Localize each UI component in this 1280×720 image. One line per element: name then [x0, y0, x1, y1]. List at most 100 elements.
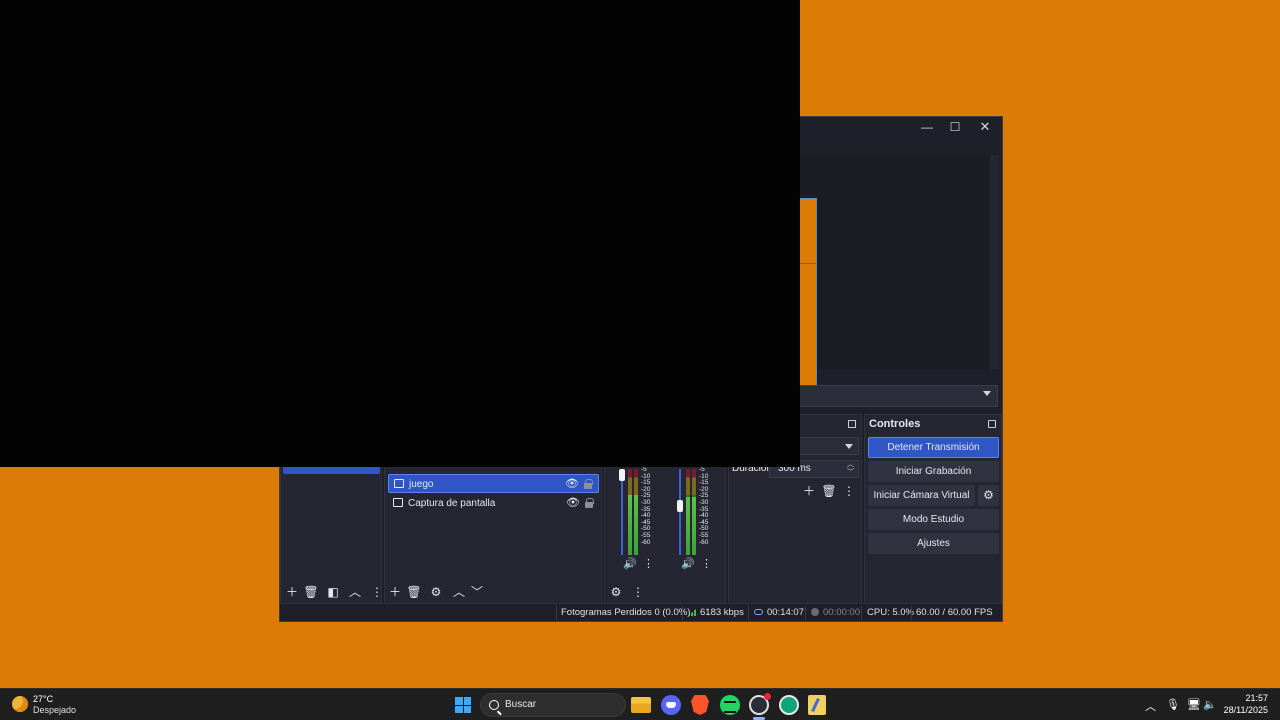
- weather-description[interactable]: Despejado: [33, 705, 76, 715]
- mixer-channel-1: -5 -10 -15 -20 -25 -30 -35 -40 -45 -50 -55 -60: [619, 466, 665, 565]
- spotify-icon[interactable]: [720, 695, 740, 715]
- source-label: Captura de pantalla: [408, 498, 496, 509]
- channel-menu-button[interactable]: ⋮: [643, 557, 654, 570]
- scenes-menu-button[interactable]: ⋮: [369, 584, 385, 600]
- discord-icon[interactable]: [661, 695, 681, 715]
- windows-start-icon[interactable]: [455, 697, 471, 713]
- chevron-down-icon: [845, 444, 853, 449]
- network-icon[interactable]: 🖥: [1187, 698, 1201, 711]
- preview-canvas[interactable]: [799, 198, 817, 400]
- lock-icon[interactable]: [585, 498, 594, 508]
- meter-scale: -5 -10 -15 -20 -25 -30 -35 -40 -45 -50 -55 -60: [641, 466, 651, 546]
- virtual-camera-gear-icon[interactable]: ⚙: [978, 485, 999, 506]
- chevron-up-icon[interactable]: ︿: [1145, 698, 1156, 714]
- meter-scale: -5 -10 -15 -20 -25 -30 -35 -40 -45 -50 -55 -60: [699, 466, 709, 546]
- record-icon: [811, 608, 819, 616]
- advanced-audio-gear-icon[interactable]: ⚙: [608, 584, 624, 600]
- mixer-channel-2: -5 -10 -15 -20 -25 -30 -35 -40 -45 -50 -55 -60: [677, 466, 723, 565]
- weather-temperature[interactable]: 27°C: [33, 694, 53, 704]
- scene-filters-button[interactable]: ◧: [325, 584, 341, 600]
- remove-source-button[interactable]: 🗑: [406, 584, 422, 600]
- taskbar: 27°C Despejado Buscar ︿ 🎙 🖥 🔈 21:57 28/1…: [0, 688, 1280, 720]
- brave-browser-icon[interactable]: [691, 695, 709, 715]
- level-meter-left: [686, 469, 690, 555]
- weather-moon-icon[interactable]: [12, 696, 28, 712]
- level-meter-left: [628, 469, 632, 555]
- controls-dock: Controles Detener Transmisión Iniciar Gr…: [864, 414, 1002, 604]
- status-divider: [805, 606, 806, 620]
- maximize-button[interactable]: ☐: [944, 119, 966, 135]
- undock-icon[interactable]: [988, 420, 996, 428]
- dock-title: Controles: [869, 418, 921, 430]
- source-properties-gear-icon[interactable]: ⚙: [428, 584, 444, 600]
- source-item-captura[interactable]: Captura de pantalla 👁: [388, 494, 599, 513]
- fps-indicator: 60.00 / 60.00 FPS: [916, 607, 993, 618]
- move-source-up-button[interactable]: ︿: [451, 584, 467, 600]
- volume-icon[interactable]: 🔈: [1203, 698, 1217, 711]
- monitor-icon: [393, 498, 403, 507]
- undock-icon[interactable]: [848, 420, 856, 428]
- status-divider: [682, 606, 683, 620]
- volume-slider-track[interactable]: [621, 469, 623, 555]
- start-virtual-camera-button[interactable]: Iniciar Cámara Virtual: [868, 485, 975, 506]
- recording-timer: 00:00:00: [811, 607, 860, 618]
- remove-scene-button[interactable]: 🗑: [303, 584, 319, 600]
- add-scene-button[interactable]: ＋: [284, 584, 300, 600]
- studio-mode-button[interactable]: Modo Estudio: [868, 509, 999, 530]
- add-transition-button[interactable]: ＋: [801, 483, 817, 499]
- mixer-toolbar: ⚙ ⋮: [605, 581, 725, 603]
- clock-time[interactable]: 21:57: [1245, 693, 1268, 703]
- volume-slider-knob[interactable]: [677, 499, 683, 512]
- signal-icon: [688, 608, 697, 616]
- eye-icon[interactable]: 👁: [565, 478, 579, 490]
- status-divider: [861, 606, 862, 620]
- spin-arrows-icon[interactable]: ︿ ﹀: [847, 461, 854, 477]
- transition-menu-button[interactable]: ⋮: [841, 483, 857, 499]
- microphone-icon[interactable]: 🎙: [1166, 698, 1180, 711]
- stop-stream-button[interactable]: Detener Transmisión: [868, 437, 999, 458]
- preview-scrollbar[interactable]: [990, 155, 999, 369]
- status-bar: Fotogramas Perdidos 0 (0.0%) 6183 kbps 0…: [280, 603, 1002, 621]
- black-fullscreen-overlay[interactable]: [0, 0, 800, 467]
- add-source-button[interactable]: ＋: [387, 584, 403, 600]
- lock-icon[interactable]: [584, 479, 593, 489]
- cpu-usage: CPU: 5.0%: [867, 607, 914, 618]
- chatgpt-icon[interactable]: [779, 695, 799, 715]
- minimize-button[interactable]: —: [916, 119, 938, 135]
- preview-guide-line: [800, 263, 816, 264]
- eye-icon[interactable]: 👁: [566, 497, 580, 509]
- start-recording-button[interactable]: Iniciar Grabación: [868, 461, 999, 482]
- level-meter-right: [634, 469, 638, 555]
- speaker-icon[interactable]: 🔊: [681, 557, 695, 570]
- dropped-frames: Fotogramas Perdidos 0 (0.0%): [561, 607, 691, 618]
- status-divider: [556, 606, 557, 620]
- speaker-icon[interactable]: 🔊: [623, 557, 637, 570]
- window-icon: [394, 479, 404, 488]
- sticky-notes-icon[interactable]: [808, 695, 826, 715]
- remove-transition-button[interactable]: 🗑: [821, 483, 837, 499]
- search-placeholder: Buscar: [505, 699, 537, 710]
- stream-timer: 00:14:07: [754, 607, 804, 618]
- move-scene-up-button[interactable]: ︿: [347, 584, 363, 600]
- clock-date[interactable]: 28/11/2025: [1224, 705, 1268, 715]
- taskbar-search[interactable]: Buscar: [480, 693, 626, 717]
- obs-studio-icon[interactable]: [749, 693, 771, 715]
- settings-button[interactable]: Ajustes: [868, 533, 999, 554]
- mixer-menu-button[interactable]: ⋮: [630, 584, 646, 600]
- volume-slider-track[interactable]: [679, 469, 681, 555]
- bitrate-indicator: 6183 kbps: [688, 607, 744, 618]
- scenes-toolbar: ＋ 🗑 ◧ ︿ ⋮: [281, 581, 383, 603]
- sources-toolbar: ＋ 🗑 ⚙ ︿ ﹀: [385, 581, 601, 603]
- close-button[interactable]: ✕: [974, 119, 996, 135]
- source-item-juego[interactable]: juego 👁: [388, 474, 599, 493]
- status-divider: [911, 606, 912, 620]
- chevron-down-icon: [983, 391, 991, 396]
- channel-menu-button[interactable]: ⋮: [701, 557, 712, 570]
- move-source-down-button[interactable]: ﹀: [469, 584, 485, 600]
- stream-icon: [754, 609, 763, 615]
- status-divider: [748, 606, 749, 620]
- level-meter-right: [692, 469, 696, 555]
- search-icon: [489, 700, 499, 710]
- volume-slider-knob[interactable]: [619, 469, 625, 481]
- file-explorer-icon[interactable]: [631, 697, 651, 713]
